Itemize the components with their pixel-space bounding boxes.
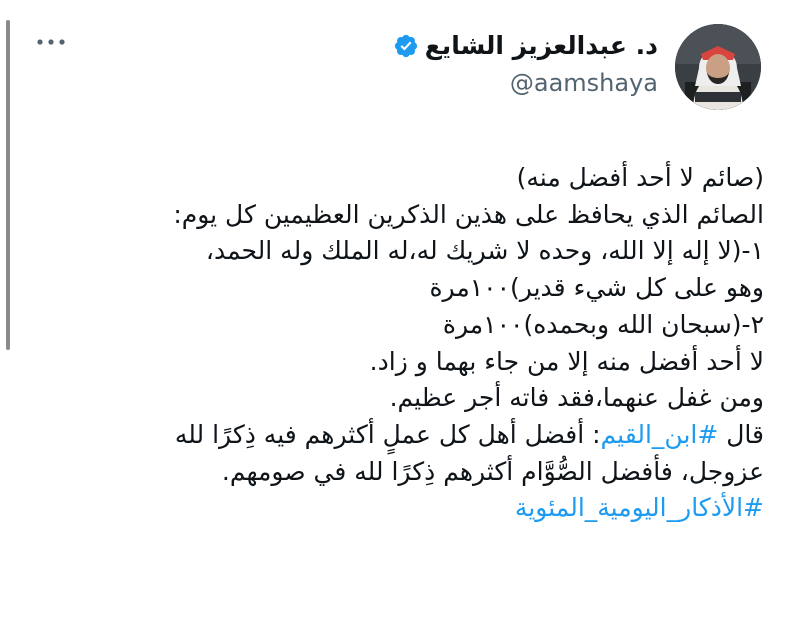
author-name-row: د. عبدالعزيز الشايع — [393, 30, 658, 62]
hashtag-daily-adhkar[interactable]: #الأذكار_اليومية_المئوية — [515, 493, 764, 522]
tweet-line: ١-(لا إله إلا الله، وحده لا شريك له،له ا… — [205, 236, 764, 266]
tweet-line: ٢-(سبحان الله وبحمده)١٠٠مرة — [442, 309, 764, 339]
tweet-line: لا أحد أفضل منه إلا من جاء بهما و زاد. — [369, 346, 764, 376]
more-dots-icon — [36, 38, 66, 46]
quote-line-2: عزوجل، فأفضل الصُّوَّام أكثرهم ذِكرًا لل… — [221, 456, 764, 486]
tweet-text: (صائم لا أحد أفضل منه) الصائم الذي يحافظ… — [24, 160, 764, 527]
verified-badge-icon — [393, 33, 419, 59]
author-info: د. عبدالعزيز الشايع @aamshaya — [393, 30, 658, 98]
final-hashtag-line: #الأذكار_اليومية_المئوية — [24, 490, 764, 527]
quote-prefix: قال — [718, 419, 764, 449]
author-display-name[interactable]: د. عبدالعزيز الشايع — [425, 30, 658, 62]
quote-text: : أفضل أهل كل عملٍ أكثرهم فيه ذِكرًا لله — [174, 419, 601, 449]
tweet: د. عبدالعزيز الشايع @aamshaya (صائم لا أ… — [0, 0, 800, 621]
quote-line: قال #ابن_القيم: أفضل أهل كل عملٍ أكثرهم … — [24, 417, 764, 454]
tweet-line: (صائم لا أحد أفضل منه) — [516, 163, 764, 192]
author-handle[interactable]: @aamshaya — [393, 68, 658, 98]
tweet-line: ومن غفل عنهما،فقد فاته أجر عظيم. — [389, 383, 764, 413]
tweet-line: وهو على كل شيء قدير)١٠٠مرة — [429, 273, 764, 303]
hashtag-ibn-alqayyim[interactable]: #ابن_القيم — [601, 420, 719, 449]
author-avatar[interactable] — [675, 24, 761, 110]
more-options-button[interactable] — [33, 30, 69, 54]
tweet-line: الصائم الذي يحافظ على هذين الذكرين العظي… — [173, 199, 764, 229]
